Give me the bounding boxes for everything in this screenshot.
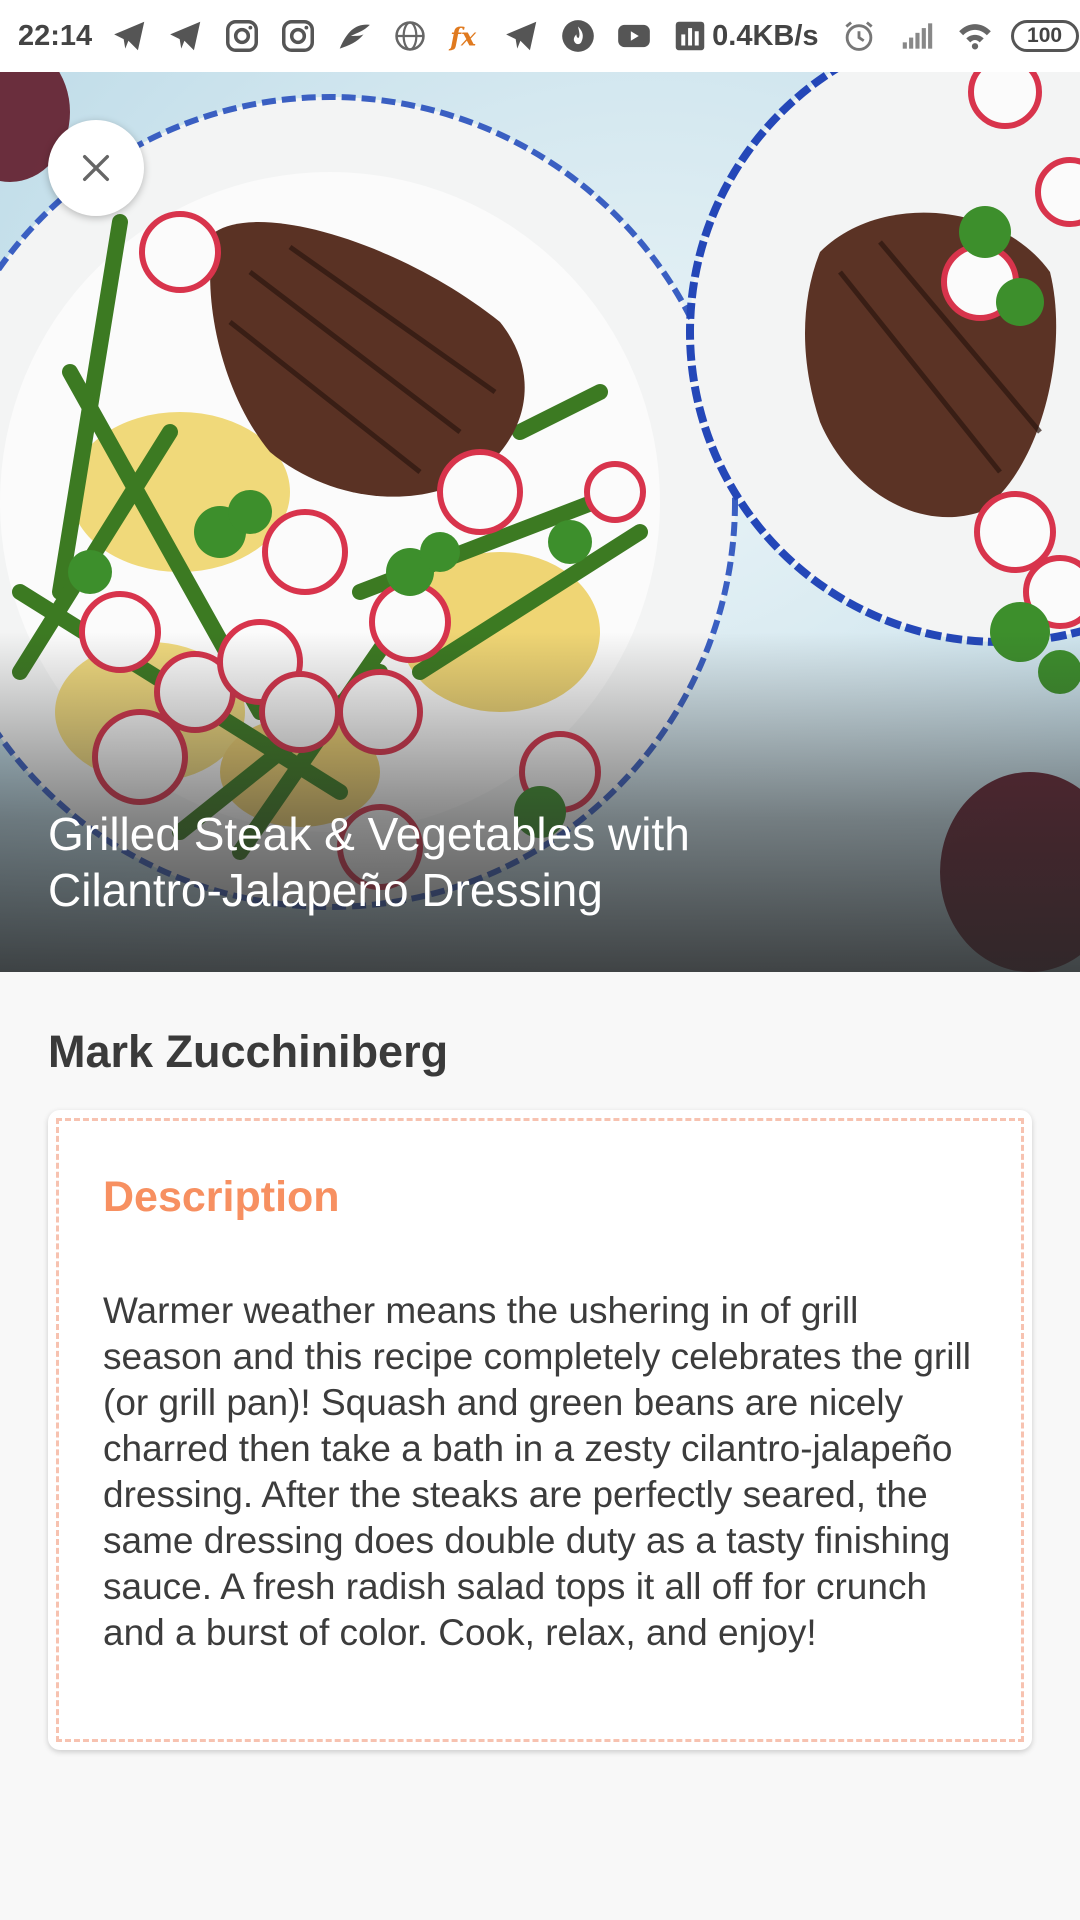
description-heading: Description xyxy=(103,1173,340,1221)
svg-text:fx: fx xyxy=(448,22,477,52)
feather-icon xyxy=(332,14,376,58)
status-time: 22:14 xyxy=(18,19,93,52)
network-speed: 0.4KB/s xyxy=(712,19,819,52)
description-card-border: Description Warmer weather means the ush… xyxy=(56,1118,1024,1742)
status-bar: 22:14 fx 0.4KB/s 100 xyxy=(0,0,1080,72)
globe-icon xyxy=(388,14,432,58)
fire-icon xyxy=(556,14,600,58)
wifi-icon xyxy=(953,14,997,58)
instagram-icon xyxy=(276,14,320,58)
telegram-icon xyxy=(500,14,544,58)
system-icons: 0.4KB/s 100 xyxy=(712,14,1079,58)
chart-icon xyxy=(668,14,712,58)
instagram-icon xyxy=(220,14,264,58)
recipe-hero-image: Grilled Steak & Vegetables with Cilantro… xyxy=(0,72,1080,972)
recipe-title: Grilled Steak & Vegetables with Cilantro… xyxy=(48,808,690,916)
alarm-icon xyxy=(837,14,881,58)
notification-icons: fx xyxy=(108,14,712,58)
close-icon xyxy=(82,154,110,182)
hero-gradient-overlay xyxy=(0,632,1080,972)
description-text: Warmer weather means the ushering in of … xyxy=(103,1290,971,1653)
description-card: Description Warmer weather means the ush… xyxy=(48,1110,1032,1750)
fx-icon: fx xyxy=(444,14,488,58)
telegram-icon xyxy=(108,14,152,58)
telegram-icon xyxy=(164,14,208,58)
youtube-icon xyxy=(612,14,656,58)
signal-icon xyxy=(895,14,939,58)
author-name: Mark Zucchiniberg xyxy=(48,1026,449,1077)
close-button[interactable] xyxy=(48,120,144,216)
battery-icon: 100 xyxy=(1010,20,1079,52)
